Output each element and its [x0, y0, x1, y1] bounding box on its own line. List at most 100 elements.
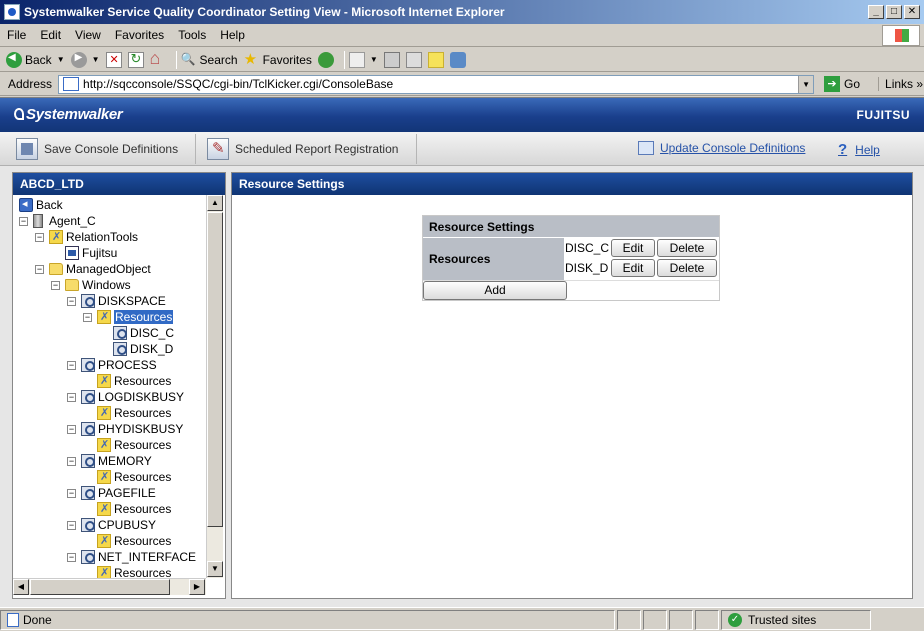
links-button[interactable]: Links »: [878, 77, 923, 91]
tree-horizontal-scrollbar[interactable]: ◀ ▶: [13, 578, 206, 595]
edit-button[interactable]: [405, 50, 422, 70]
tree-item-managedobject[interactable]: − ManagedObject: [35, 261, 151, 277]
mail-button[interactable]: ▼: [348, 50, 378, 70]
collapse-icon[interactable]: −: [51, 280, 60, 290]
delete-button[interactable]: Delete: [657, 239, 717, 257]
favorites-label: Favorites: [262, 52, 312, 67]
tree-item-phydiskbusy[interactable]: − PHYDISKBUSY: [67, 421, 183, 437]
tree-item-fujitsu[interactable]: Fujitsu: [65, 245, 117, 261]
menu-favorites[interactable]: Favorites: [108, 28, 171, 42]
tree-item-pagefile[interactable]: − PAGEFILE: [67, 485, 156, 501]
address-field[interactable]: http://sqcconsole/SSQC/cgi-bin/TclKicker…: [58, 74, 815, 94]
scroll-left-icon[interactable]: ◀: [13, 579, 29, 595]
collapse-icon[interactable]: −: [35, 232, 44, 242]
delete-button[interactable]: Delete: [657, 259, 717, 277]
tree-item-agent[interactable]: − Agent_C: [19, 213, 96, 229]
search-button[interactable]: Search: [181, 50, 238, 70]
tree-item-resources[interactable]: Resources: [97, 437, 171, 453]
collapse-icon[interactable]: −: [67, 456, 76, 466]
scheduled-report-registration-button[interactable]: Scheduled Report Registration: [199, 134, 417, 164]
collapse-icon[interactable]: −: [67, 392, 76, 402]
tree-item-disk-d[interactable]: DISK_D: [113, 341, 173, 357]
tree-item-resources-selected[interactable]: −Resources: [83, 309, 174, 325]
search-icon: [181, 52, 197, 68]
links-chevron-icon: »: [916, 77, 924, 91]
back-label: Back: [25, 52, 52, 67]
tree-item-net-interface[interactable]: − NET_INTERFACE: [67, 549, 196, 565]
go-button[interactable]: ➔ Go: [818, 76, 866, 92]
tree-vertical-scrollbar[interactable]: ▲ ▼: [206, 195, 223, 578]
tree-item-resources[interactable]: Resources: [97, 405, 171, 421]
address-dropdown-icon[interactable]: ▼: [798, 75, 814, 93]
chevron-down-icon[interactable]: ▼: [57, 55, 65, 64]
help-link[interactable]: ? Help: [838, 141, 880, 158]
chevron-down-icon[interactable]: ▼: [370, 55, 378, 64]
resize-grip-icon[interactable]: [875, 614, 887, 626]
tree-item-process[interactable]: − PROCESS: [67, 357, 157, 373]
security-zone[interactable]: ✓ Trusted sites: [721, 609, 871, 630]
add-resource-button[interactable]: Add: [423, 281, 567, 300]
tree-item-resources[interactable]: Resources: [97, 501, 171, 517]
home-button[interactable]: [150, 48, 166, 70]
resources-icon: [97, 438, 111, 452]
scrollbar-thumb[interactable]: [207, 212, 223, 527]
tree-item-back[interactable]: Back: [19, 197, 63, 213]
close-button[interactable]: ✕: [904, 5, 920, 19]
monitor-icon: [81, 390, 95, 404]
discuss-button[interactable]: [427, 50, 444, 70]
refresh-button[interactable]: [127, 50, 144, 70]
edit-button[interactable]: Edit: [611, 239, 655, 257]
status-done: Done: [0, 609, 615, 630]
collapse-icon[interactable]: −: [83, 312, 92, 322]
monitor-icon: [81, 358, 95, 372]
systemwalker-mark-icon: [14, 108, 24, 120]
favorites-button[interactable]: Favorites: [244, 50, 312, 70]
minimize-button[interactable]: _: [868, 5, 884, 19]
collapse-icon[interactable]: −: [67, 360, 76, 370]
collapse-icon[interactable]: −: [67, 520, 76, 530]
status-cell: [669, 609, 693, 630]
collapse-icon[interactable]: −: [67, 296, 76, 306]
tree-item-windows[interactable]: − Windows: [51, 277, 131, 293]
edit-button[interactable]: Edit: [611, 259, 655, 277]
scrollbar-thumb[interactable]: [30, 579, 170, 595]
menu-view[interactable]: View: [68, 28, 108, 42]
menu-help[interactable]: Help: [213, 28, 252, 42]
forward-button[interactable]: ▼: [70, 50, 100, 70]
tree-item-memory[interactable]: − MEMORY: [67, 453, 152, 469]
tree-item-resources[interactable]: Resources: [97, 373, 171, 389]
scroll-right-icon[interactable]: ▶: [189, 579, 205, 595]
tree-item-disc-c[interactable]: DISC_C: [113, 325, 174, 341]
brand-banner: Systemwalker FUJITSU: [0, 98, 924, 132]
tree-item-resources[interactable]: Resources: [97, 533, 171, 549]
update-console-definitions-link[interactable]: Update Console Definitions: [638, 141, 805, 155]
print-button[interactable]: [383, 50, 400, 70]
maximize-button[interactable]: □: [886, 5, 902, 19]
menu-tools[interactable]: Tools: [171, 28, 213, 42]
collapse-icon[interactable]: −: [67, 424, 76, 434]
tree-item-diskspace[interactable]: − DISKSPACE: [67, 293, 166, 309]
back-button[interactable]: Back ▼: [6, 50, 65, 70]
save-console-definitions-button[interactable]: Save Console Definitions: [8, 134, 196, 164]
chevron-down-icon[interactable]: ▼: [92, 55, 100, 64]
messenger-button[interactable]: [449, 50, 466, 70]
tree-item-relationtools[interactable]: −RelationTools: [35, 229, 138, 245]
collapse-icon[interactable]: −: [67, 488, 76, 498]
collapse-icon[interactable]: −: [19, 216, 28, 226]
scroll-down-icon[interactable]: ▼: [207, 561, 223, 577]
scroll-up-icon[interactable]: ▲: [207, 195, 223, 211]
collapse-icon[interactable]: −: [67, 552, 76, 562]
window-title: Systemwalker Service Quality Coordinator…: [24, 5, 505, 19]
menu-edit[interactable]: Edit: [33, 28, 68, 42]
address-url[interactable]: http://sqcconsole/SSQC/cgi-bin/TclKicker…: [83, 77, 798, 91]
menu-file[interactable]: File: [0, 28, 33, 42]
tree-item-resources[interactable]: Resources: [97, 565, 171, 578]
collapse-icon[interactable]: −: [35, 264, 44, 274]
tree-item-cpubusy[interactable]: − CPUBUSY: [67, 517, 156, 533]
media-button[interactable]: [317, 50, 334, 70]
tree-item-resources[interactable]: Resources: [97, 469, 171, 485]
tree-item-logdiskbusy[interactable]: − LOGDISKBUSY: [67, 389, 184, 405]
status-cell: [617, 609, 641, 630]
stop-button[interactable]: [105, 50, 122, 70]
go-label: Go: [844, 77, 861, 91]
